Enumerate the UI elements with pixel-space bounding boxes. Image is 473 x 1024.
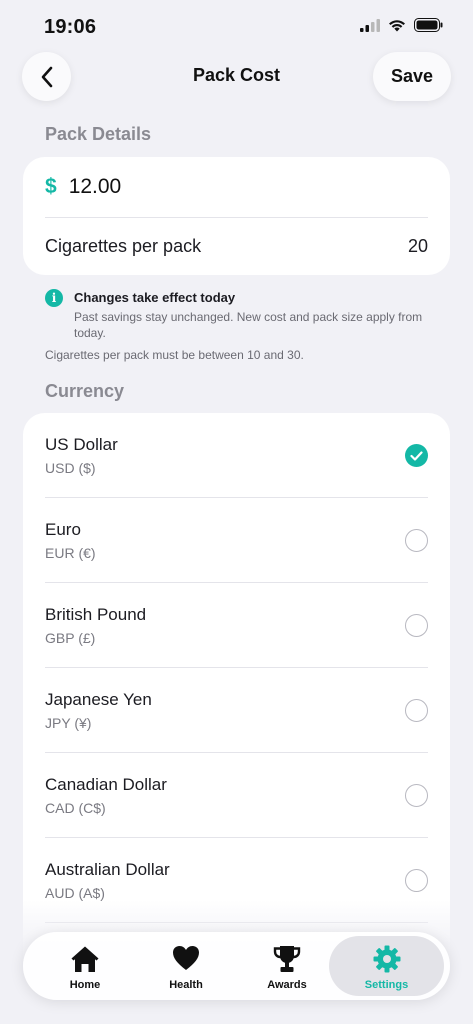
currency-code: GBP (£) (45, 630, 96, 646)
currency-code: CAD (C$) (45, 800, 106, 816)
radio-unselected[interactable] (405, 869, 428, 892)
currency-symbol: $ (45, 175, 57, 198)
tab-home[interactable]: Home (35, 936, 135, 996)
info-icon: i (45, 289, 63, 307)
radio-selected[interactable] (405, 444, 428, 467)
currency-code: EUR (€) (45, 545, 96, 561)
tab-label: Settings (364, 979, 409, 991)
currency-name: Japanese Yen (45, 690, 152, 709)
status-icons (360, 18, 443, 32)
currency-code: JPY (¥) (45, 715, 92, 731)
range-note: Cigarettes per pack must be between 10 a… (45, 348, 304, 362)
radio-unselected[interactable] (405, 614, 428, 637)
currency-name: Australian Dollar (45, 860, 170, 879)
currency-code: AUD (A$) (45, 885, 105, 901)
home-icon (71, 946, 99, 972)
pack-details-card: $ 12.00 Cigarettes per pack 20 (23, 157, 450, 275)
tab-awards[interactable]: Awards (237, 936, 337, 996)
wifi-icon (389, 19, 405, 31)
save-button[interactable]: Save (373, 52, 451, 101)
battery-icon (414, 18, 443, 32)
signal-icon (360, 18, 380, 32)
notice-title: Changes take effect today (74, 290, 236, 305)
tab-settings[interactable]: Settings (329, 936, 444, 996)
currency-option-eur[interactable]: Euro EUR (€) (23, 498, 450, 583)
currency-option-cad[interactable]: Canadian Dollar CAD (C$) (23, 753, 450, 838)
tab-label: Awards (267, 979, 307, 991)
currency-option-gbp[interactable]: British Pound GBP (£) (23, 583, 450, 668)
currency-name: US Dollar (45, 435, 118, 454)
currency-name: Euro (45, 520, 81, 539)
radio-unselected[interactable] (405, 784, 428, 807)
heart-icon (173, 946, 199, 970)
status-bar: 19:06 (0, 0, 473, 52)
cigarettes-per-pack-label: Cigarettes per pack (45, 236, 202, 256)
checkmark-icon (410, 450, 423, 461)
nav-header: Pack Cost Save (0, 52, 473, 102)
tab-label: Home (69, 979, 101, 991)
notice-body: Past savings stay unchanged. New cost an… (74, 310, 423, 340)
radio-unselected[interactable] (405, 699, 428, 722)
currency-option-usd[interactable]: US Dollar USD ($) (23, 413, 450, 498)
status-time: 19:06 (44, 16, 97, 38)
tab-bar: Home Health Awards Settings (23, 932, 450, 1000)
gear-icon (373, 945, 400, 973)
currency-section-title: Currency (45, 381, 125, 401)
price-input[interactable]: 12.00 (69, 175, 122, 199)
cigarettes-per-pack-row[interactable]: Cigarettes per pack 20 (23, 218, 450, 275)
price-field[interactable]: $ 12.00 (23, 157, 450, 217)
cigarettes-per-pack-value[interactable]: 20 (408, 236, 428, 257)
tab-health[interactable]: Health (136, 936, 236, 996)
currency-option-jpy[interactable]: Japanese Yen JPY (¥) (23, 668, 450, 753)
pack-details-section-title: Pack Details (45, 124, 152, 144)
currency-name: Canadian Dollar (45, 775, 167, 794)
trophy-icon (273, 946, 301, 972)
radio-unselected[interactable] (405, 529, 428, 552)
tab-label: Health (169, 979, 203, 991)
currency-list: US Dollar USD ($) Euro EUR (€) British P… (23, 413, 450, 973)
currency-code: USD ($) (45, 460, 96, 476)
currency-name: British Pound (45, 605, 147, 624)
